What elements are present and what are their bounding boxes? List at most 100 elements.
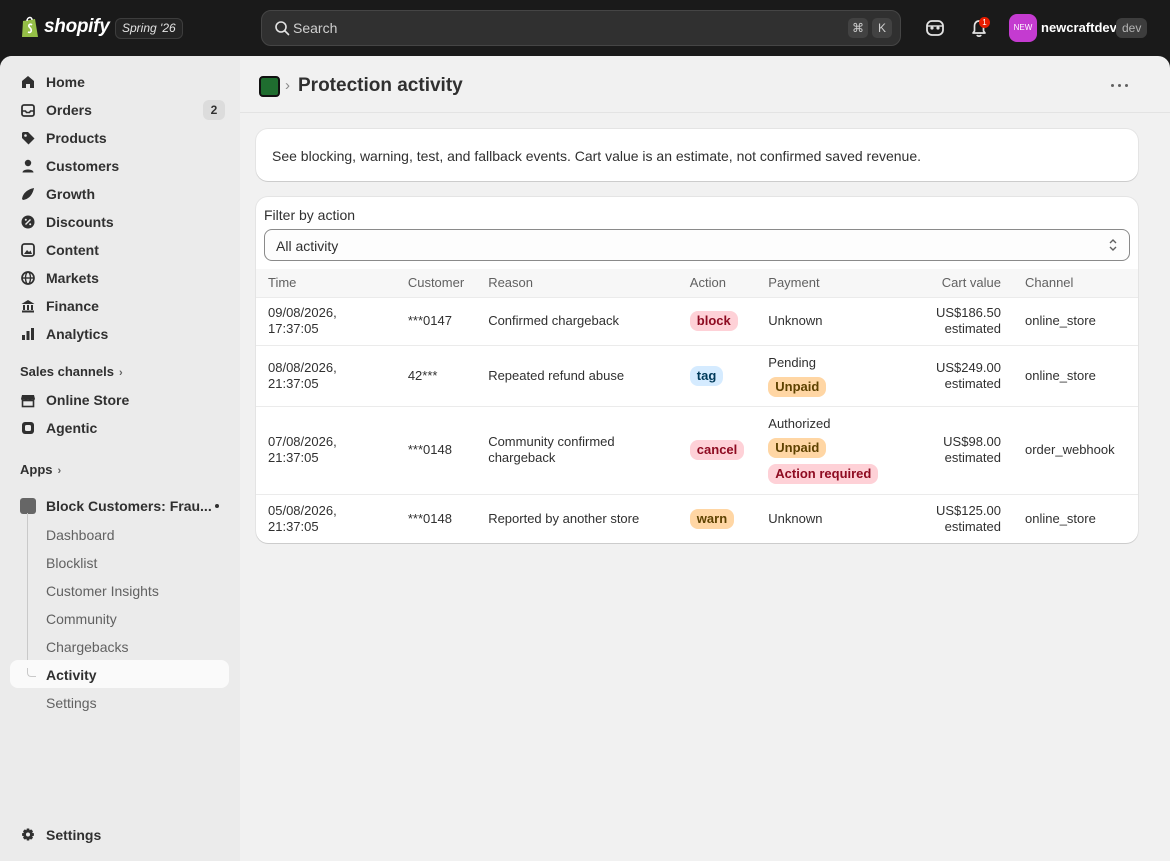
filter-action-select[interactable]: All activity	[264, 229, 1130, 261]
table-row[interactable]: 08/08/2026, 21:37:05 42*** Repeated refun…	[256, 344, 1138, 406]
reason-cell: Reported by another store	[476, 493, 678, 543]
app-pinned-dot	[215, 504, 219, 508]
account-name[interactable]: newcraftdev	[1041, 20, 1117, 35]
sidebar-subitem-label: Community	[46, 611, 117, 627]
page-title: Protection activity	[298, 75, 463, 96]
search-placeholder: Search	[293, 20, 338, 36]
sidebar-item-label: Content	[46, 242, 99, 258]
chevron-right-icon: ›	[118, 367, 123, 379]
sidebar-subitem-label: Customer Insights	[46, 583, 159, 599]
chart-icon	[22, 328, 34, 340]
tag-icon	[22, 132, 35, 145]
sidebar-item-analytics[interactable]: Analytics	[10, 320, 229, 348]
column-header-cart-value[interactable]: Cart value	[906, 269, 1013, 297]
sidebar-item-discounts[interactable]: Discounts	[10, 208, 229, 236]
time-cell: 09/08/2026, 17:37:05	[256, 296, 396, 345]
sidebar-item-label: Analytics	[46, 326, 109, 342]
column-header-customer[interactable]: Customer	[396, 269, 476, 297]
table-row[interactable]: 05/08/2026, 21:37:05 ***0148 Reported by …	[256, 493, 1138, 543]
avatar[interactable]: NEW	[1009, 14, 1037, 42]
column-header-time[interactable]: Time	[256, 269, 396, 297]
sidebar-subitem-label: Settings	[46, 695, 97, 711]
table-row[interactable]: 09/08/2026, 17:37:05 ***0147 Confirmed ch…	[256, 296, 1138, 345]
sidekick-icon[interactable]	[923, 16, 947, 40]
cart-value: US$186.50	[935, 305, 1001, 320]
sidebar-item-label: Discounts	[46, 214, 114, 230]
sales-channels-heading[interactable]: Sales channels ›	[20, 364, 123, 379]
cart-value-cell: US$125.00 estimated	[906, 493, 1013, 543]
sidebar-subitem-chargebacks[interactable]: Chargebacks	[10, 632, 229, 660]
customer-cell: ***0148	[395, 405, 477, 494]
cart-note: estimated	[944, 518, 1001, 534]
sidebar-subitem-community[interactable]: Community	[10, 604, 229, 632]
top-bar: shopify Spring '26 Search ⌘ K 1 NEW newc…	[0, 0, 1170, 56]
sidebar-subitem-label: Dashboard	[46, 527, 115, 543]
shortcut-k-key: K	[872, 18, 892, 38]
sidebar-subitem-customer-insights[interactable]: Customer Insights	[10, 576, 229, 604]
sidebar-subitem-blocklist[interactable]: Blocklist	[10, 548, 229, 576]
discount-icon	[21, 215, 35, 229]
table-header-row: Time Customer Reason Action Payment Cart…	[256, 269, 1138, 297]
customer-cell: ***0147	[395, 296, 477, 345]
sidebar-item-content[interactable]: Content	[10, 236, 229, 264]
action-cell: warn	[677, 493, 757, 543]
time-date: 07/08/2026,	[268, 434, 337, 449]
dot	[1111, 84, 1114, 87]
column-header-reason[interactable]: Reason	[476, 269, 678, 297]
sidebar-item-label: Markets	[46, 270, 99, 286]
column-header-channel[interactable]: Channel	[1013, 269, 1138, 297]
action-badge: warn	[689, 508, 735, 529]
dot	[1125, 84, 1128, 87]
payment-cell: Unknown	[756, 493, 907, 543]
sidebar-item-orders[interactable]: Orders 2	[10, 96, 229, 124]
payment-cell: Unknown	[756, 296, 907, 345]
sidebar-subitem-activity[interactable]: Activity	[10, 660, 229, 688]
breadcrumb-chevron-icon: ›	[285, 77, 290, 94]
sidebar-item-markets[interactable]: Markets	[10, 264, 229, 292]
sidebar-item-finance[interactable]: Finance	[10, 292, 229, 320]
cart-value: US$249.00	[935, 359, 1001, 375]
sidebar-item-label: Products	[46, 130, 107, 146]
sidebar-item-settings[interactable]: Settings	[10, 821, 229, 849]
sidebar-item-label: Customers	[46, 158, 120, 174]
version-badge: Spring '26	[115, 18, 183, 39]
sidebar-item-products[interactable]: Products	[10, 124, 229, 152]
payment-badge: Action required	[768, 464, 879, 484]
sidebar-item-label: Agentic	[46, 420, 98, 436]
cart-value: US$98.00	[943, 434, 1001, 449]
payment-badge: Unpaid	[768, 376, 827, 397]
time-cell: 08/08/2026, 21:37:05	[256, 344, 396, 406]
sidebar-subitem-dashboard[interactable]: Dashboard	[10, 520, 229, 548]
sidebar-item-block-customers-app[interactable]: Block Customers: Frau...	[10, 492, 229, 520]
more-actions-button[interactable]	[1108, 73, 1132, 97]
cart-value-cell: US$98.00 estimated	[906, 405, 1013, 494]
dot	[1118, 84, 1121, 87]
column-header-action[interactable]: Action	[678, 269, 756, 297]
page-header: › Protection activity	[240, 56, 1170, 113]
shopify-logo[interactable]: shopify	[20, 15, 110, 39]
sidebar-item-label: Online Store	[46, 392, 130, 408]
sidebar-item-growth[interactable]: Growth	[10, 180, 229, 208]
gear-icon	[22, 828, 34, 841]
search-bar[interactable]: Search ⌘ K	[261, 10, 901, 46]
apps-heading[interactable]: Apps ›	[20, 462, 61, 477]
time-date: 05/08/2026,	[268, 502, 337, 518]
reason-cell: Repeated refund abuse	[476, 344, 678, 406]
sidebar-item-online-store[interactable]: Online Store	[10, 386, 229, 414]
time-clock: 17:37:05	[268, 321, 319, 336]
sidebar-item-home[interactable]: Home	[10, 68, 229, 96]
sidebar-item-customers[interactable]: Customers	[10, 152, 229, 180]
column-header-payment[interactable]: Payment	[756, 269, 906, 297]
brand-name: shopify	[44, 16, 110, 37]
sidebar-subitem-app-settings[interactable]: Settings	[10, 688, 229, 716]
orders-count-badge: 2	[203, 100, 225, 120]
orders-icon	[21, 104, 35, 117]
table-row[interactable]: 07/08/2026, 21:37:05 ***0148 Community co…	[256, 405, 1138, 494]
reason-cell: Confirmed chargeback	[476, 296, 678, 345]
app-logo[interactable]	[259, 76, 280, 97]
shortcut-cmd-key: ⌘	[848, 18, 868, 38]
filter-label: Filter by action	[264, 207, 356, 223]
select-arrows-icon	[1109, 239, 1117, 251]
tree-elbow	[27, 668, 36, 677]
sidebar-item-agentic[interactable]: Agentic	[10, 414, 229, 442]
